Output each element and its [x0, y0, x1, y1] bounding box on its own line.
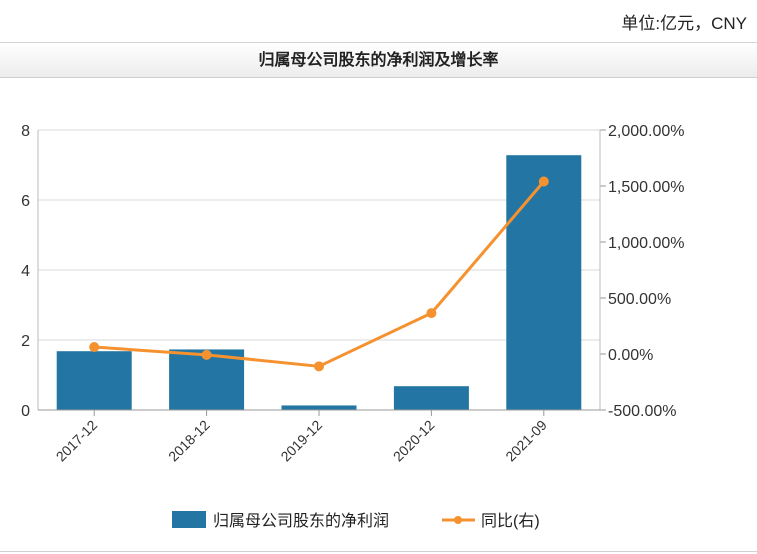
legend-bar-swatch: [172, 511, 206, 528]
y-left-tick-label: 6: [21, 193, 30, 210]
y-left-tick-label: 4: [21, 263, 30, 280]
x-tick-label: 2019-12: [277, 417, 325, 465]
chart-area: 0 2 4 6 8 -500.00% 0.00% 500.00% 1,000.00% 1,500.…: [21, 123, 685, 530]
growth-point: [314, 361, 324, 372]
y-right-tick-label: 500.00%: [608, 291, 671, 308]
bar: [281, 405, 357, 410]
y-right-tick-label: 2,000.00%: [608, 123, 685, 140]
legend-bar-label: 归属母公司股东的净利润: [213, 512, 389, 530]
x-tick-label: 2017-12: [53, 417, 101, 465]
y-right-tick-label: 1,500.00%: [608, 179, 685, 196]
x-tick-label: 2018-12: [165, 417, 213, 465]
x-tick-label: 2021-09: [502, 417, 550, 465]
y-left-tick-label: 0: [21, 403, 30, 420]
y-right-tick-label: 0.00%: [608, 347, 653, 364]
y-right-tick-label: 1,000.00%: [608, 235, 685, 252]
growth-point: [426, 308, 437, 319]
bar: [56, 351, 132, 410]
legend-line-marker: [454, 516, 462, 524]
growth-point: [538, 176, 549, 187]
bottom-divider: [0, 551, 757, 552]
y-right-tick-label: -500.00%: [608, 403, 677, 420]
bar: [506, 155, 582, 410]
growth-point: [89, 342, 100, 353]
y-left-tick-label: 8: [21, 123, 30, 140]
growth-point: [201, 349, 212, 360]
bar: [393, 386, 469, 410]
y-left-tick-label: 2: [21, 333, 30, 350]
x-tick-label: 2020-12: [390, 417, 438, 465]
legend-line-label: 同比(右): [481, 512, 540, 530]
growth-line: [94, 180, 545, 368]
